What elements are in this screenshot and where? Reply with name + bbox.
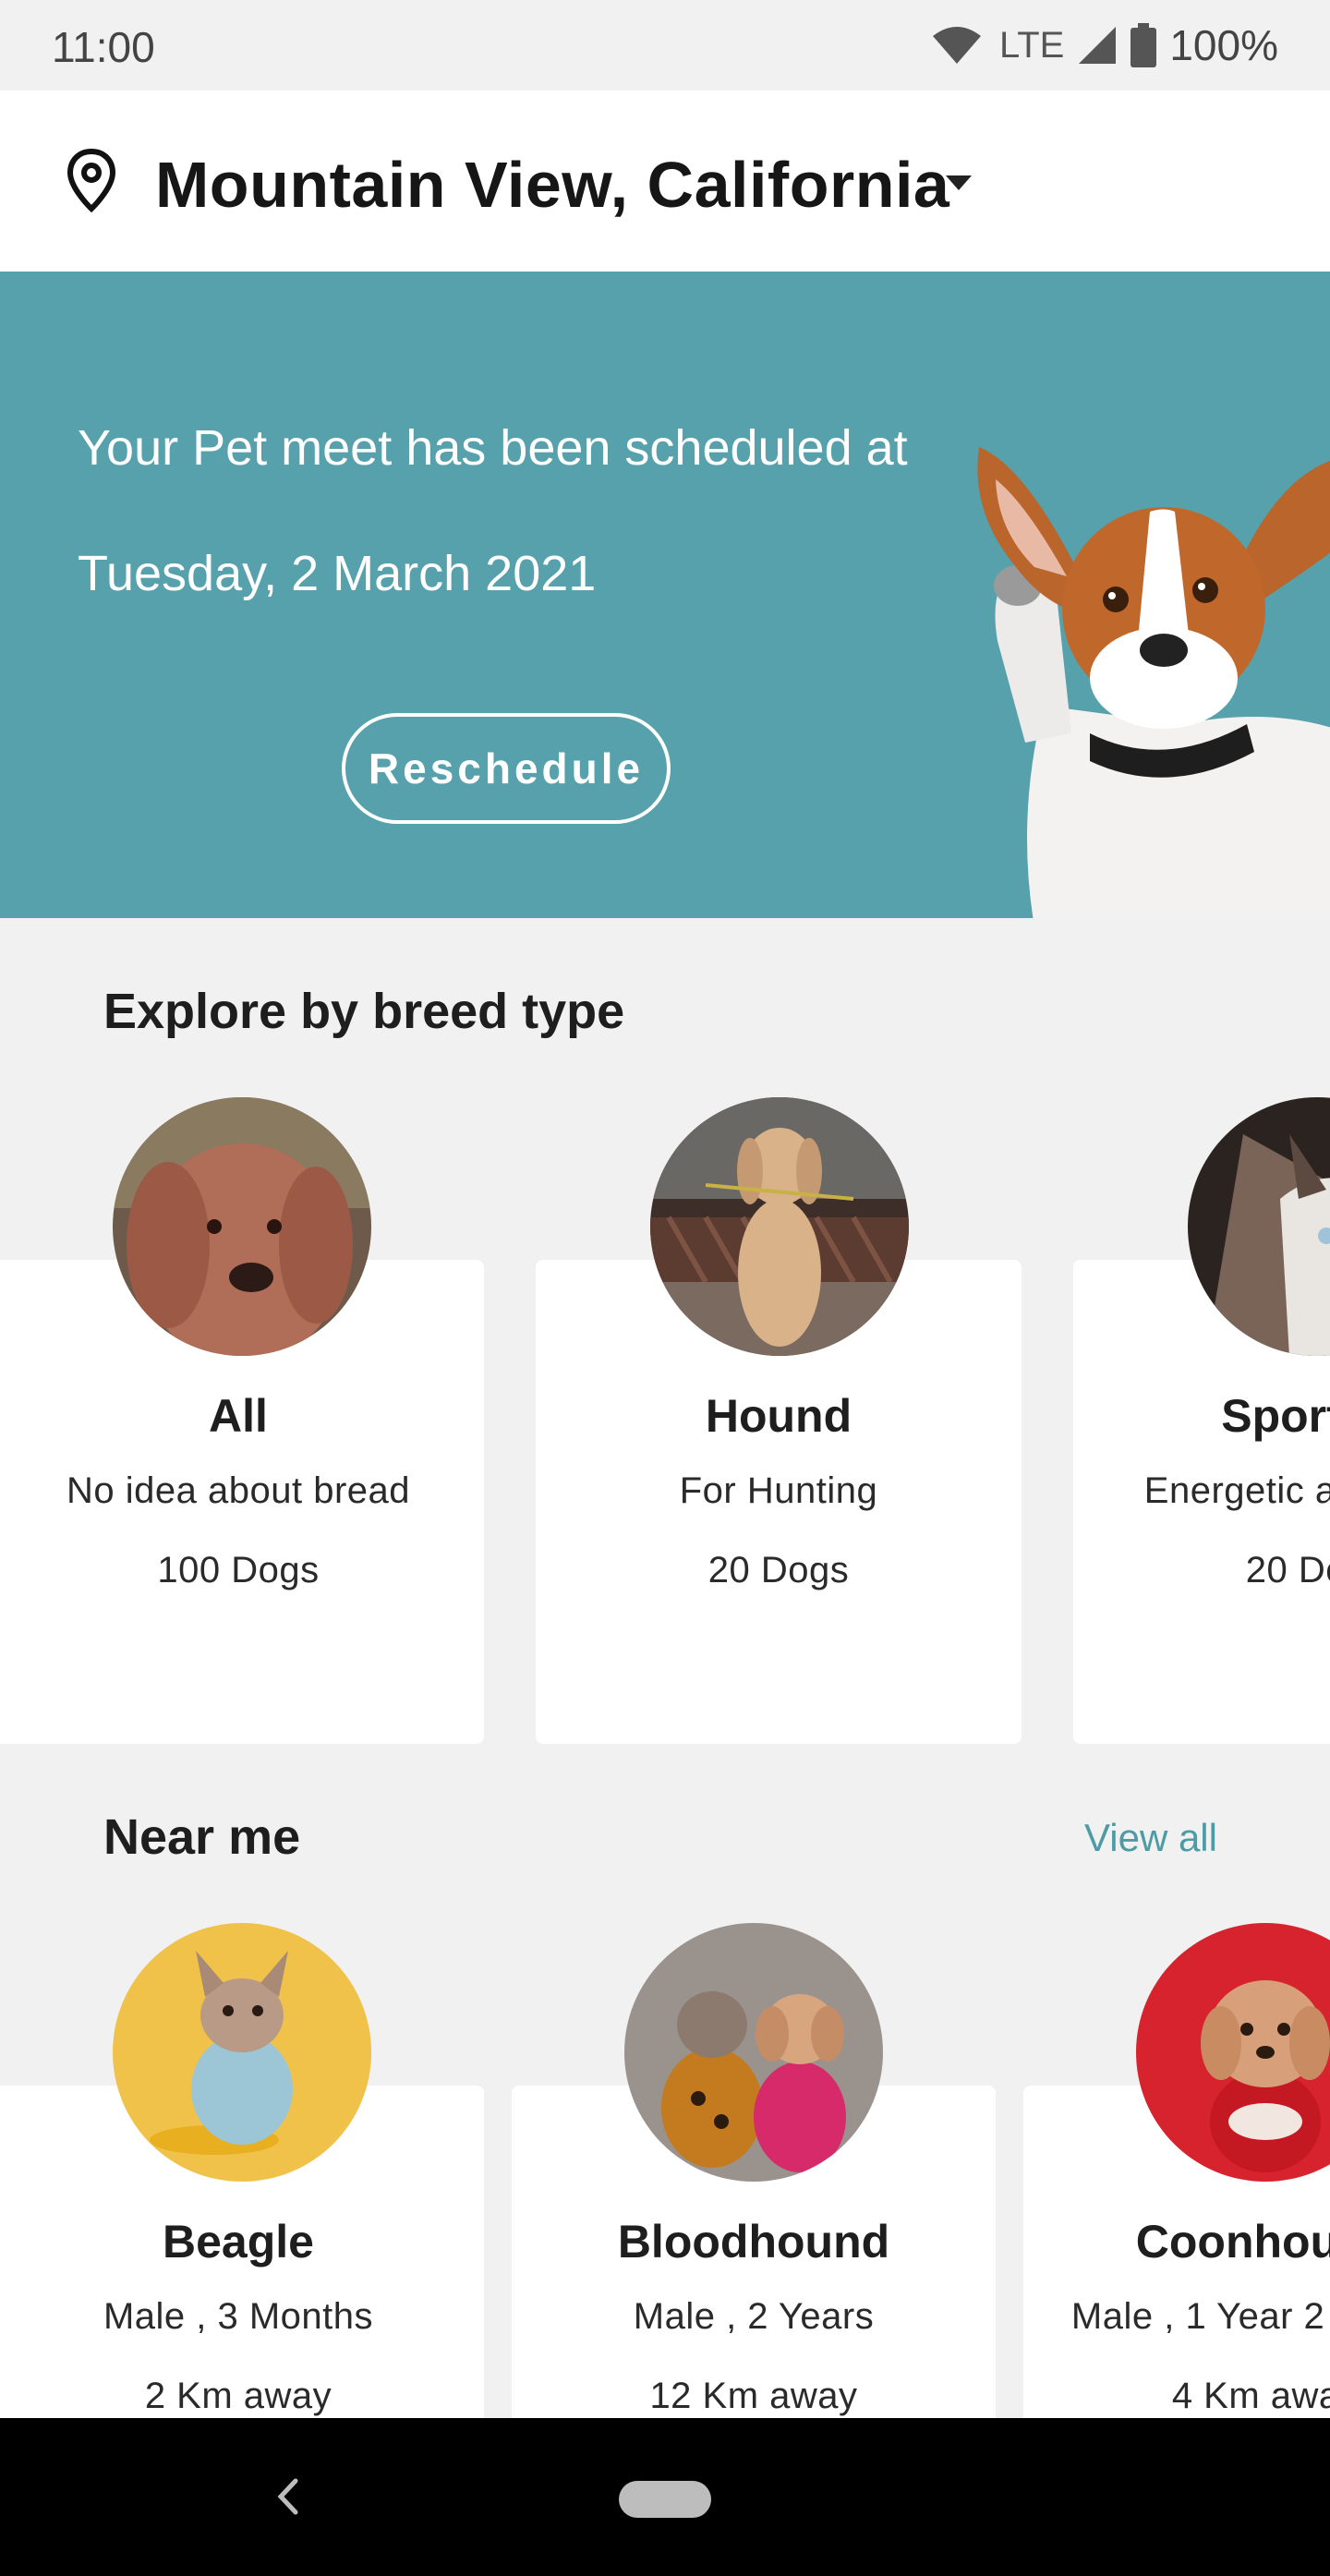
breed-name: Sporting	[1221, 1390, 1330, 1442]
breed-carousel[interactable]: All No idea about bread 100 Dogs Hound F…	[0, 1090, 1330, 1755]
location-title[interactable]: Mountain View, California	[155, 148, 949, 222]
breed-description: No idea about bread	[66, 1470, 410, 1511]
dog-illustration	[977, 447, 1330, 918]
dog-distance: 12 Km away	[649, 2376, 858, 2416]
status-time: 11:00	[52, 23, 155, 71]
battery-percent: 100%	[1169, 21, 1278, 69]
dog-distance: 4 Km away	[1171, 2376, 1330, 2416]
dog-info: Male , 3 Months	[103, 2296, 374, 2337]
dog-avatar-bloodhound	[624, 1923, 883, 2182]
wifi-icon	[932, 27, 981, 64]
dog-name: Coonhound	[1135, 2216, 1330, 2268]
near-me-carousel[interactable]: Beagle Male , 3 Months 2 Km away Bloodho…	[0, 1916, 1330, 2418]
dog-name: Bloodhound	[617, 2216, 890, 2268]
dog-info: Male , 2 Years	[633, 2296, 875, 2337]
dog-distance: 2 Km away	[144, 2376, 332, 2416]
breed-name: All	[209, 1390, 268, 1442]
breed-description: Energetic and active	[1143, 1470, 1330, 1511]
network-type: LTE	[998, 24, 1065, 66]
battery-icon	[1130, 23, 1157, 67]
breed-avatar-all	[113, 1097, 371, 1356]
banner-date: Tuesday, 2 March 2021	[78, 546, 597, 601]
status-icons: LTE 100%	[931, 20, 1278, 70]
view-all-link[interactable]: View all	[1084, 1816, 1217, 1860]
location-bar[interactable]: Mountain View, California	[0, 91, 1330, 272]
status-bar: 11:00 LTE 100%	[0, 0, 1330, 91]
system-nav-bar	[0, 2418, 1330, 2576]
location-pin-icon	[66, 148, 116, 212]
dog-avatar-beagle	[113, 1923, 371, 2182]
breed-avatar-hound	[650, 1097, 909, 1356]
breed-count: 20 Dogs	[707, 1550, 850, 1590]
caret-down-icon[interactable]	[942, 172, 975, 194]
banner-message: Your Pet meet has been scheduled at	[78, 420, 908, 476]
reschedule-button[interactable]: Reschedule	[342, 713, 671, 824]
breed-count: 100 Dogs	[157, 1550, 320, 1590]
near-me-title: Near me	[103, 1809, 301, 1865]
signal-icon	[1079, 27, 1117, 64]
pet-meet-banner: Your Pet meet has been scheduled at Tues…	[0, 272, 1330, 918]
home-pill-button[interactable]	[619, 2481, 711, 2518]
dog-name: Beagle	[163, 2216, 314, 2268]
back-icon[interactable]	[270, 2473, 307, 2520]
breed-name: Hound	[705, 1390, 852, 1442]
breed-description: For Hunting	[679, 1470, 878, 1511]
dog-info: Male , 1 Year 2 Months	[1070, 2296, 1330, 2337]
breed-section-title: Explore by breed type	[103, 984, 625, 1039]
breed-count: 20 Dogs	[1245, 1550, 1330, 1590]
